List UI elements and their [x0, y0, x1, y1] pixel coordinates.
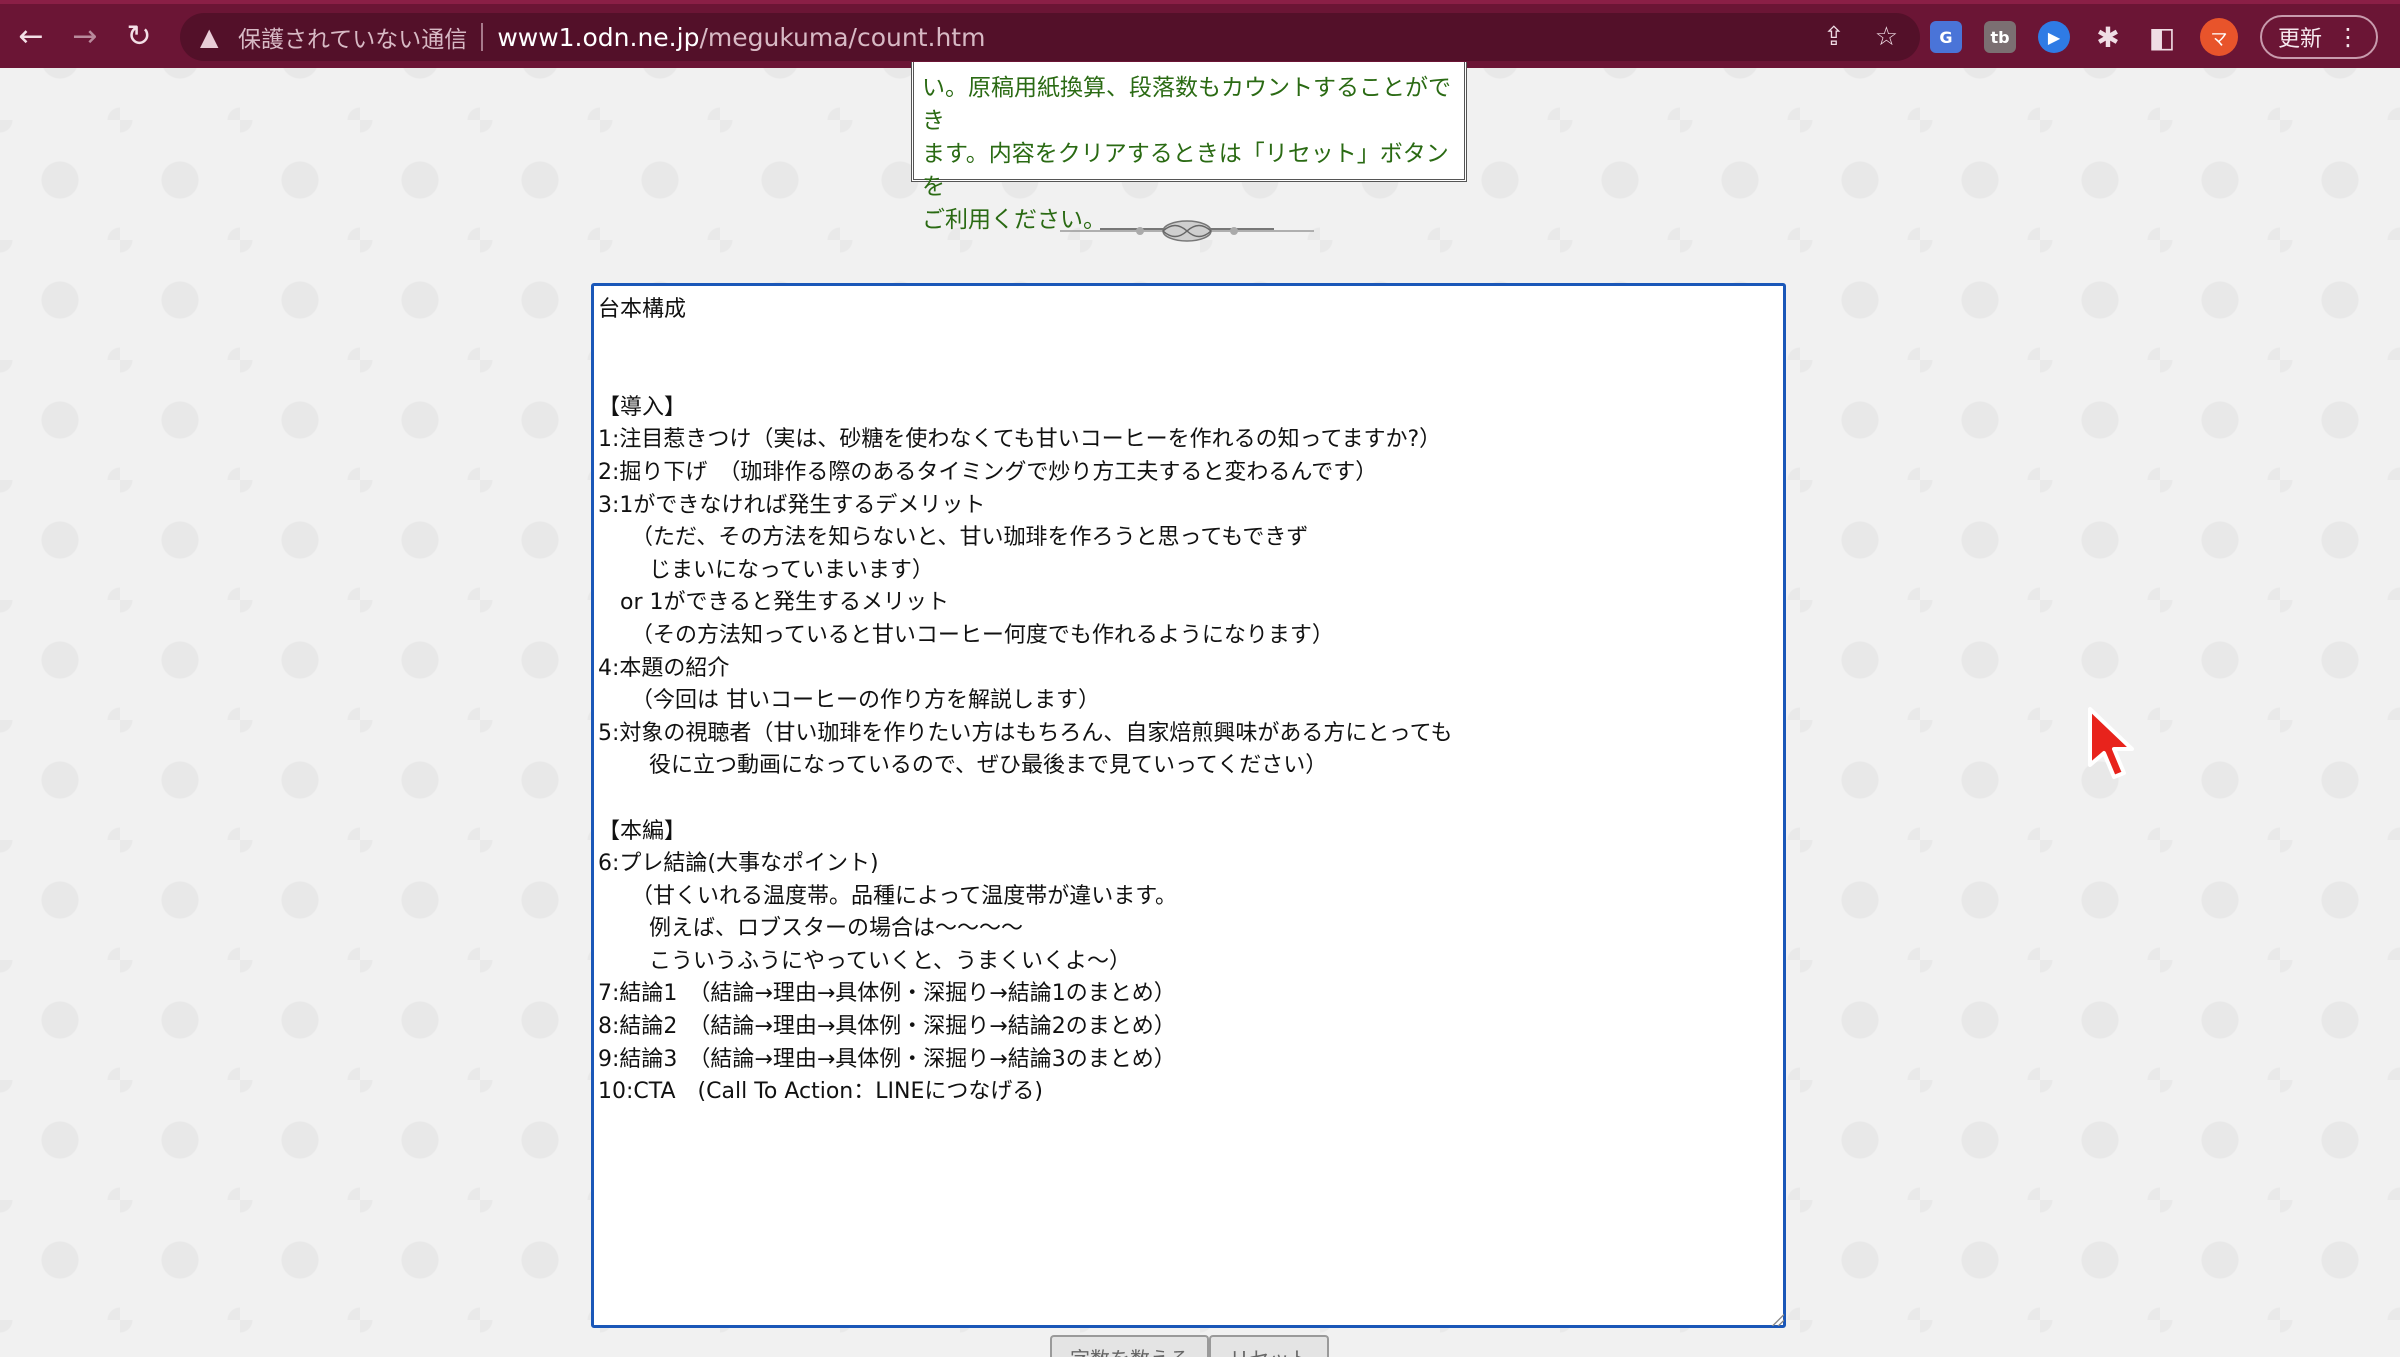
ornament-divider [1060, 220, 1314, 242]
text-input-area[interactable]: 台本構成 【導入】 1:注目惹きつけ（実は、砂糖を使わなくても甘いコーヒーを作れ… [591, 283, 1786, 1328]
address-bar-actions: ⇪ ☆ [1823, 13, 1898, 61]
resize-handle[interactable] [1770, 1312, 1784, 1326]
instructions-line: い。原稿用紙換算、段落数もカウントすることができ [922, 75, 1451, 134]
address-bar[interactable]: ▲ 保護されていない通信 www1.odn.ne.jp/megukuma/cou… [180, 13, 1920, 61]
extensions-area: G tb ▶ ✱ ◧ マ 更新 ⋮ [1930, 14, 2379, 60]
profile-avatar[interactable]: マ [2200, 18, 2238, 56]
back-arrow-icon[interactable]: ← [8, 13, 54, 59]
instructions-line: ます。内容をクリアするときは「リセット」ボタンを [922, 141, 1449, 200]
mouse-pointer-icon [2088, 707, 2134, 779]
update-label: 更新 [2278, 27, 2323, 52]
reset-button[interactable]: リセット [1209, 1335, 1330, 1357]
kebab-menu-icon: ⋮ [2336, 23, 2361, 51]
translate-extension-icon[interactable]: G [1930, 21, 1962, 53]
side-panel-icon[interactable]: ◧ [2146, 21, 2178, 54]
update-button[interactable]: 更新 ⋮ [2260, 15, 2379, 59]
url-text[interactable]: www1.odn.ne.jp/megukuma/count.htm [497, 23, 985, 52]
count-button[interactable]: 字数を数える [1050, 1335, 1210, 1357]
puzzle-icon[interactable]: ✱ [2092, 21, 2124, 54]
url-host: www1.odn.ne.jp [497, 22, 700, 52]
share-icon[interactable]: ⇪ [1823, 22, 1845, 52]
browser-toolbar: ← → ↻ ▲ 保護されていない通信 www1.odn.ne.jp/meguku… [0, 0, 2400, 68]
forward-arrow-icon[interactable]: → [62, 13, 108, 59]
security-status[interactable]: 保護されていない通信 [238, 20, 467, 54]
reload-icon[interactable]: ↻ [116, 13, 162, 59]
tb-extension-icon[interactable]: tb [1984, 21, 2016, 53]
button-row: 字数を数える リセット [1050, 1335, 1330, 1357]
address-divider [481, 23, 484, 51]
url-path: /megukuma/count.htm [699, 22, 986, 52]
instructions-box: い。原稿用紙換算、段落数もカウントすることができ ます。内容をクリアするときは「… [911, 62, 1467, 233]
play-extension-icon[interactable]: ▶ [2038, 21, 2070, 53]
star-icon[interactable]: ☆ [1875, 22, 1898, 52]
warning-icon: ▲ [200, 23, 219, 51]
